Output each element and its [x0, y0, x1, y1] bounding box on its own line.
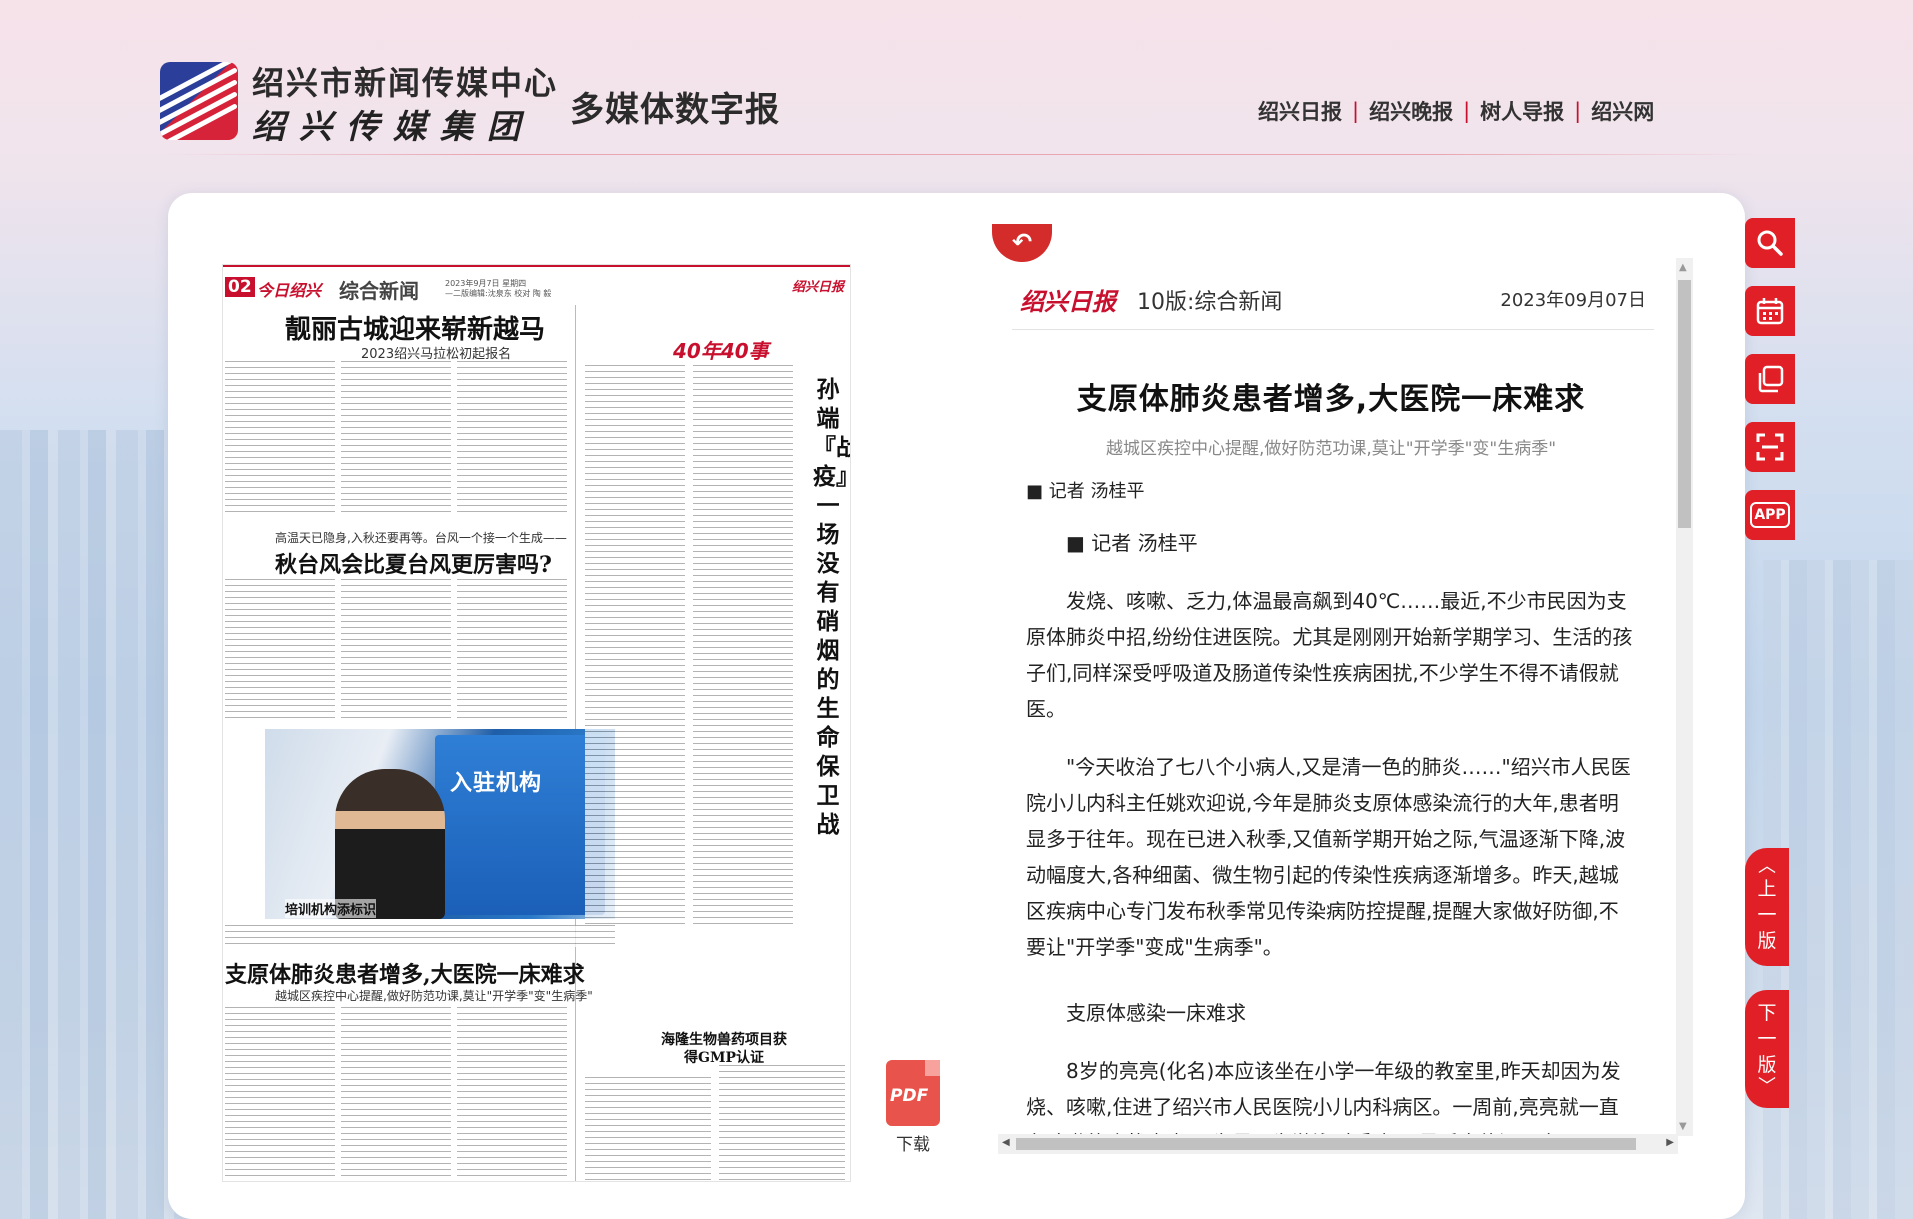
paper-text-block — [341, 579, 451, 719]
copy-icon — [1758, 365, 1784, 393]
paper-headline-marathon[interactable]: 靓丽古城迎来崭新越马 — [285, 309, 545, 346]
paper-headline-typhoon[interactable]: 秋台风会比夏台风更厉害吗? — [275, 547, 552, 579]
app-button[interactable]: APP — [1745, 490, 1795, 540]
paper-photo: 入驻机构 — [265, 729, 615, 919]
paper-text-block — [693, 365, 793, 925]
copy-button[interactable] — [1745, 354, 1795, 404]
scan-button[interactable] — [1745, 422, 1795, 472]
pdf-download-label[interactable]: 下载 — [896, 1130, 930, 1155]
paper-text-block — [225, 579, 335, 719]
prev-page-label: 一 — [1757, 904, 1777, 926]
prev-page-label: 上 — [1757, 878, 1777, 900]
page-date-line: 2023年9月7日 星期四 —二版编辑:沈泉东 校对 陶 毅 — [445, 279, 552, 298]
pdf-icon-text: PDF — [890, 1086, 929, 1106]
paper-text-block — [341, 361, 451, 516]
page-brand: 今日绍兴 — [257, 281, 322, 300]
next-page-label: 下 — [1757, 1002, 1777, 1024]
page-section: 综合新闻 — [339, 279, 419, 303]
nav-link-shaoxing-daily[interactable]: 绍兴日报 — [1258, 96, 1342, 126]
paper-text-block — [457, 361, 567, 516]
article-section-heading: 支原体感染一床难求 — [1066, 1001, 1246, 1025]
org-name: 绍兴市新闻传媒中心 — [252, 64, 559, 102]
search-icon — [1757, 230, 1783, 256]
nav-link-shaoxing-net[interactable]: 绍兴网 — [1591, 96, 1654, 126]
scrollbar-thumb[interactable] — [1678, 280, 1691, 528]
site-header: 绍兴市新闻传媒中心 绍兴传媒集团 多媒体数字报 绍兴日报 | 绍兴晚报 | 树人… — [0, 0, 1913, 158]
calendar-button[interactable] — [1745, 286, 1795, 336]
scroll-down-arrow-icon[interactable]: ▼ — [1679, 1121, 1687, 1132]
paper-text-block — [457, 1007, 567, 1181]
scan-icon — [1756, 433, 1784, 461]
article-author: ■ 记者 汤桂平 — [1026, 481, 1145, 502]
chevron-up-icon: ︿ — [1758, 856, 1776, 877]
article-vertical-scrollbar[interactable]: ▲ ▼ — [1676, 258, 1693, 1136]
nav-separator: | — [1352, 99, 1360, 123]
paper-text-block — [457, 579, 567, 719]
pdf-download-button[interactable]: PDF — [884, 1060, 942, 1128]
paper-photo-caption: 培训机构添标识 — [285, 899, 377, 918]
paper-text-block — [225, 361, 335, 516]
article-paper-name: 绍兴日报 — [1020, 287, 1116, 316]
paper-text-block — [585, 365, 685, 925]
chevron-down-icon: ﹀ — [1758, 1076, 1776, 1097]
photo-board-text: 入驻机构 — [450, 771, 543, 796]
background-buildings-left — [0, 430, 190, 1219]
paper-page-header: 02 今日绍兴 综合新闻 2023年9月7日 星期四 —二版编辑:沈泉东 校对 陶… — [223, 265, 850, 303]
article-content[interactable]: 支原体肺炎患者增多,大医院一床难求 越城区疾控中心提醒,做好防范功课,莫让"开学… — [1012, 340, 1650, 1148]
article-paragraph: ■ 记者 汤桂平 — [1066, 531, 1198, 555]
paper-headline-mycoplasma[interactable]: 支原体肺炎患者增多,大医院一床难求 — [225, 957, 585, 989]
paper-kicker-typhoon: 高温天已隐身,入秋还要再等。台风一个接一个生成—— — [275, 531, 567, 545]
photo-board — [435, 735, 605, 915]
next-page-button[interactable]: 下 一 版 ﹀ — [1745, 990, 1789, 1108]
search-button[interactable] — [1745, 218, 1795, 268]
article-horizontal-scrollbar[interactable]: ◀ ▶ — [998, 1134, 1678, 1154]
app-icon: APP — [1750, 502, 1790, 528]
anniversary-logo: 40年40事 — [673, 339, 769, 363]
paper-headline-gmp[interactable]: 海隆生物兽药项目获得GMP认证 — [659, 1031, 789, 1067]
article-paragraph: 发烧、咳嗽、乏力,体温最高飙到40℃……最近,不少市民因为支原体肺炎中招,纷纷住… — [1026, 589, 1633, 721]
article-title: 支原体肺炎患者增多,大医院一床难求 — [1076, 382, 1586, 417]
paper-vertical-title[interactable]: 孙端『战疫』一场没有硝烟的生命保卫战 — [813, 375, 850, 839]
prev-page-button[interactable]: ︿ 上 一 版 — [1745, 848, 1789, 966]
article-paragraph: "今天收治了七八个小病人,又是清一色的肺炎……"绍兴市人民医院小儿内科主任姚欢迎… — [1026, 755, 1631, 959]
scroll-up-arrow-icon[interactable]: ▲ — [1679, 262, 1687, 273]
header-divider — [160, 154, 1760, 155]
nav-separator: | — [1574, 99, 1582, 123]
calendar-icon — [1756, 298, 1784, 325]
paper-text-block — [585, 1077, 711, 1181]
article-header: 绍兴日报 10版:综合新闻 2023年09月07日 — [1012, 272, 1654, 330]
paper-subhead-marathon: 2023绍兴马拉松初起报名 — [361, 347, 512, 362]
next-page-label: 版 — [1757, 1054, 1777, 1076]
paper-text-block — [341, 1007, 451, 1181]
group-name: 绍兴传媒集团 — [252, 107, 534, 146]
logo-icon[interactable] — [160, 62, 238, 140]
paper-text-block — [225, 1007, 335, 1181]
prev-page-label: 版 — [1757, 930, 1777, 952]
paper-subhead-mycoplasma: 越城区疾控中心提醒,做好防范功课,莫让"开学季"变"生病季" — [275, 989, 593, 1003]
article-date: 2023年09月07日 — [1500, 290, 1646, 311]
scroll-left-arrow-icon[interactable]: ◀ — [1002, 1137, 1010, 1148]
nav-separator: | — [1463, 99, 1471, 123]
article-body: ■ 记者 汤桂平 发烧、咳嗽、乏力,体温最高飙到40℃……最近,不少市民因为支原… — [1012, 525, 1650, 1148]
photo-person — [335, 769, 445, 919]
nav-link-shaoxing-evening[interactable]: 绍兴晚报 — [1369, 96, 1453, 126]
pdf-icon-fold — [925, 1060, 940, 1076]
top-nav: 绍兴日报 | 绍兴晚报 | 树人导报 | 绍兴网 — [1258, 96, 1654, 126]
article-edition[interactable]: 10版:综合新闻 — [1137, 284, 1282, 316]
scroll-right-arrow-icon[interactable]: ▶ — [1666, 1137, 1674, 1148]
next-page-label: 一 — [1757, 1028, 1777, 1050]
site-title: 多媒体数字报 — [570, 90, 780, 130]
page-masthead: 绍兴日报 — [791, 280, 844, 295]
page-number: 02 — [225, 277, 255, 297]
newspaper-page-image[interactable]: 02 今日绍兴 综合新闻 2023年9月7日 星期四 —二版编辑:沈泉东 校对 陶… — [222, 264, 851, 1182]
nav-link-shuren-guide[interactable]: 树人导报 — [1480, 96, 1564, 126]
paper-text-block — [719, 1065, 845, 1181]
scrollbar-thumb[interactable] — [1016, 1138, 1636, 1150]
paper-photo-note — [225, 925, 615, 947]
article-subtitle: 越城区疾控中心提醒,做好防范功课,莫让"开学季"变"生病季" — [1105, 439, 1557, 459]
